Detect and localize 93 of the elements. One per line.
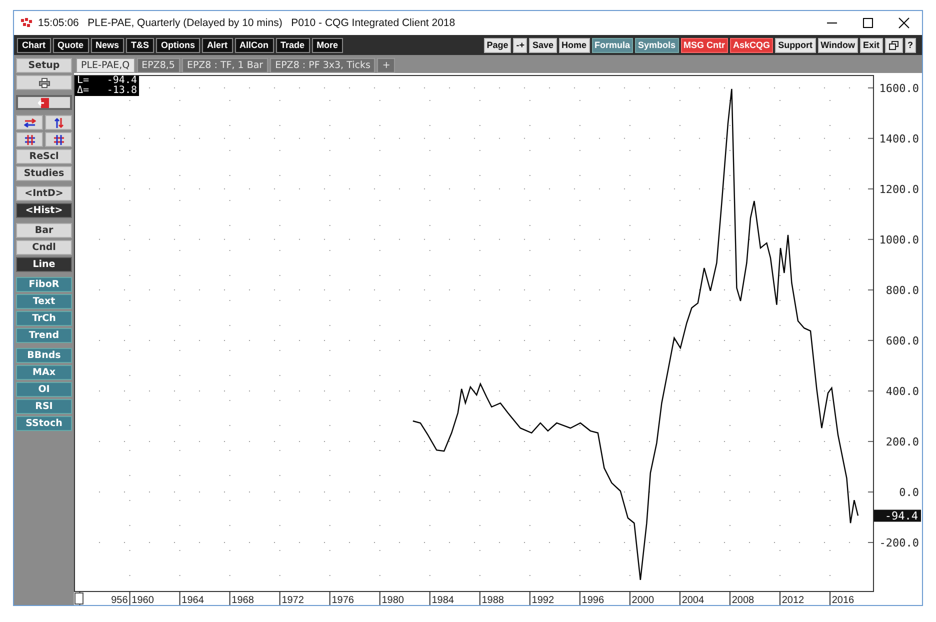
grid-button[interactable] — [45, 132, 72, 147]
x-axis-label: 1964 — [182, 595, 204, 605]
y-axis-label: 1200.0 — [879, 182, 919, 196]
toolbar-button[interactable]: Window — [818, 38, 858, 52]
x-axis-label: 1980 — [382, 595, 404, 605]
toolbar-button[interactable]: AllCon — [234, 38, 274, 52]
chart-tab[interactable]: EPZ8 : TF, 1 Bar — [182, 58, 268, 73]
y-axis-label: 0.0 — [899, 486, 919, 499]
x-axis-label: 1976 — [332, 595, 354, 605]
toolbar-button[interactable]: Alert — [202, 38, 233, 52]
sidebar-button[interactable]: RSI — [16, 399, 72, 414]
maximize-icon[interactable] — [862, 17, 874, 29]
chart-tab[interactable]: EPZ8 : PF 3x3, Ticks — [270, 58, 376, 73]
sidebar-button[interactable]: <Hist> — [16, 203, 72, 218]
toolbar-button[interactable]: ? — [904, 38, 916, 52]
y-axis-label: 1400.0 — [879, 132, 919, 146]
grid-button[interactable] — [16, 132, 43, 147]
x-axis-label: 1984 — [432, 595, 454, 605]
y-axis-label: 800.0 — [886, 284, 919, 297]
toolbar-button[interactable]: Save — [529, 38, 556, 52]
x-axis-label: 2000 — [632, 595, 654, 605]
grid-icon — [52, 134, 64, 144]
sidebar-button[interactable]: OI — [16, 382, 72, 397]
restore-icon — [888, 40, 898, 50]
x-axis-label: 1996 — [582, 595, 604, 605]
toolbar-button[interactable]: News — [90, 38, 124, 52]
app-logo-icon — [21, 18, 33, 28]
sidebar-button[interactable]: Line — [16, 257, 72, 272]
sidebar-button[interactable]: TrCh — [16, 311, 72, 326]
y-axis-label: 600.0 — [886, 334, 919, 348]
x-axis-label: 1968 — [232, 595, 254, 605]
toolbar-button[interactable]: MSG Cntr — [680, 38, 728, 52]
toolbar-button[interactable]: Exit — [860, 38, 882, 52]
chart-tab[interactable]: + — [377, 58, 396, 73]
readout-value: -13.8 — [106, 86, 137, 96]
x-axis-label: 1972 — [282, 595, 304, 605]
x-axis-label: 956 — [111, 595, 128, 605]
x-axis-label: 2004 — [682, 595, 704, 605]
x-axis-label: 1960 — [132, 595, 154, 605]
toolbar-button[interactable]: -+ — [513, 38, 528, 52]
sidebar-button[interactable]: FiboR — [16, 277, 72, 292]
sidebar-button[interactable]: MAx — [16, 365, 72, 380]
toolbar-button[interactable]: AskCQG — [730, 38, 774, 52]
toolbar-button[interactable]: T&S — [126, 38, 154, 52]
y-axis-label: 200.0 — [886, 435, 919, 448]
sidebar-button[interactable]: Trend — [16, 328, 72, 343]
sidebar-button[interactable]: Bar — [16, 223, 72, 238]
sidebar-button[interactable]: Setup — [16, 58, 72, 73]
chart-tab[interactable]: PLE-PAE,Q — [76, 58, 135, 73]
readout-label: Δ= — [77, 86, 90, 96]
window-title: 15:05:06 PLE-PAE, Quarterly (Delayed by 10 mins) P010 - CQG Integrated Client 2018 — [38, 17, 456, 29]
toolbar-button[interactable]: Trade — [276, 38, 310, 52]
toolbar-button[interactable]: Quote — [52, 38, 89, 52]
exit-button[interactable] — [16, 95, 72, 110]
x-axis-label: 2008 — [732, 595, 754, 605]
close-icon[interactable] — [898, 17, 910, 29]
sidebar-button[interactable]: SStoch — [16, 416, 72, 431]
toolbar-button[interactable]: Page — [484, 38, 512, 52]
last-price-marker: -94.4 — [874, 510, 921, 523]
toolbar-button[interactable]: More — [312, 38, 344, 52]
toolbar-button[interactable]: Chart — [17, 38, 51, 52]
readout-label: L= — [77, 76, 90, 86]
x-axis-label: 1992 — [532, 595, 554, 605]
sidebar-button[interactable]: Cndl — [16, 240, 72, 255]
updown-arrows-button[interactable] — [45, 115, 72, 130]
toolbar-button[interactable]: Options — [156, 38, 200, 52]
restore-window-button[interactable] — [884, 38, 902, 52]
chart-tab[interactable]: EPZ8,5 — [136, 58, 180, 73]
grid-icon — [24, 134, 36, 144]
y-axis-label: 400.0 — [886, 384, 919, 398]
sidebar-button[interactable]: BBnds — [16, 348, 72, 363]
scroll-handle[interactable] — [74, 592, 84, 604]
y-axis-label: -200.0 — [879, 536, 919, 550]
printer-icon — [38, 78, 50, 88]
sidebar-button[interactable]: Text — [16, 294, 72, 309]
print-button[interactable] — [16, 75, 72, 90]
exit-door-icon — [38, 98, 50, 108]
toolbar-button[interactable]: Formula — [592, 38, 634, 52]
toolbar-button[interactable]: Home — [558, 38, 590, 52]
readout-value: -94.4 — [106, 76, 137, 86]
x-axis-label: 2012 — [782, 595, 804, 605]
sidebar-button[interactable]: ReScl — [16, 149, 72, 164]
x-axis-label: 2016 — [832, 595, 854, 605]
sidebar-button[interactable]: <IntD> — [16, 186, 72, 201]
left-right-arrows-icon — [24, 118, 36, 128]
toolbar-button[interactable]: Support — [775, 38, 816, 52]
y-axis-label: 1600.0 — [879, 82, 919, 95]
y-axis-label: 1000.0 — [879, 233, 919, 246]
swap-arrows-button[interactable] — [16, 115, 43, 130]
x-axis-label: 1988 — [482, 595, 504, 605]
sidebar-button[interactable]: Studies — [16, 166, 72, 181]
up-down-arrows-icon — [52, 118, 64, 128]
toolbar-button[interactable]: Symbols — [635, 38, 679, 52]
